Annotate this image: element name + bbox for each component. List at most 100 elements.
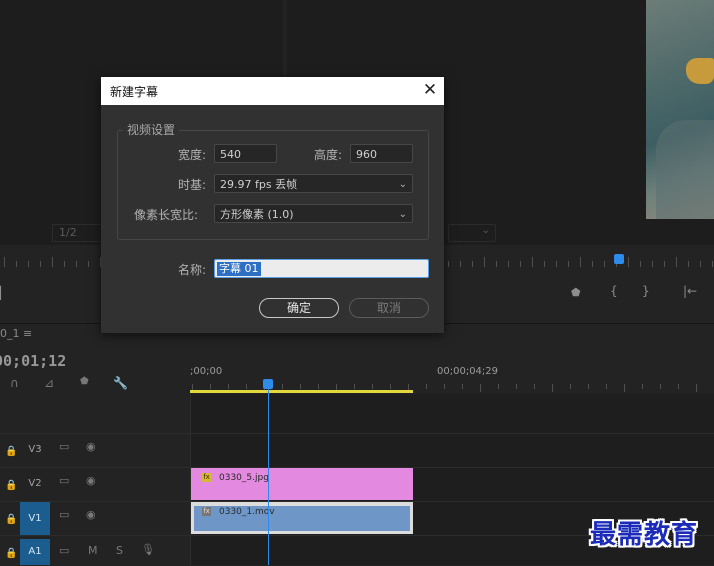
chevron-down-icon: ⌄	[398, 209, 407, 220]
ruler-tick	[372, 384, 373, 389]
width-label: 宽度:	[178, 148, 207, 162]
cancel-button[interactable]: 取消	[349, 298, 429, 318]
ruler-tick	[484, 257, 485, 267]
ruler-tick	[462, 384, 463, 389]
ruler-tick	[712, 261, 713, 267]
eye-icon[interactable]: ◉	[86, 440, 96, 453]
clip-0330-1[interactable]: fx 0330_1.mov	[191, 502, 413, 534]
program-zoom-dropdown[interactable]: ⌄	[448, 224, 496, 242]
ruler-tick	[664, 261, 665, 267]
ruler-tick	[16, 261, 17, 267]
clip-label: 0330_1.mov	[219, 507, 275, 517]
timebase-dropdown[interactable]: 29.97 fps 丢帧 ⌄	[214, 174, 413, 193]
ruler-mark-label: 00;00;04;29	[437, 366, 499, 377]
nest-icon[interactable]: ∩	[10, 376, 19, 390]
track-v3[interactable]: V3	[20, 442, 50, 458]
ok-button[interactable]: 确定	[259, 298, 339, 318]
ruler-tick	[570, 384, 571, 389]
track-v2[interactable]: V2	[20, 476, 50, 492]
ruler-tick	[496, 261, 497, 267]
name-selected-text: 字幕 01	[217, 262, 261, 276]
work-area-bar[interactable]	[190, 390, 413, 393]
mark-out-icon[interactable]: }	[642, 284, 650, 298]
ruler-tick	[282, 384, 283, 389]
ruler-tick	[426, 384, 427, 389]
sequence-tab[interactable]: 0_1 ≡	[0, 327, 32, 340]
pixel-aspect-dropdown[interactable]: 方形像素 (1.0) ⌄	[214, 204, 413, 223]
ruler-tick	[520, 261, 521, 267]
lock-icon[interactable]: 🔒	[5, 514, 17, 525]
ruler-tick	[660, 384, 661, 389]
control-icon[interactable]: ▏	[0, 286, 9, 300]
ruler-tick	[652, 261, 653, 267]
toggle-output-icon[interactable]: ▭	[59, 440, 69, 453]
timeline-playhead[interactable]	[263, 379, 273, 389]
width-field[interactable]: 540	[214, 144, 277, 163]
add-marker-icon[interactable]: ⬟	[571, 286, 581, 299]
ruler-tick	[532, 257, 533, 267]
lock-icon[interactable]: 🔒	[5, 480, 17, 491]
playhead-line	[268, 389, 269, 565]
watermark: 最需教育	[590, 520, 699, 550]
toggle-output-icon[interactable]: ▭	[59, 508, 69, 521]
ruler-tick	[678, 384, 679, 389]
ruler-tick	[628, 257, 629, 267]
height-label: 高度:	[314, 148, 343, 162]
marker-icon[interactable]: ⬟	[80, 376, 89, 387]
snap-icon[interactable]: ⊿	[44, 376, 54, 390]
ruler-tick	[28, 261, 29, 267]
ruler-tick	[448, 261, 449, 267]
ruler-tick	[390, 384, 391, 389]
fx-badge: fx	[202, 507, 211, 516]
lock-icon[interactable]: 🔒	[5, 548, 17, 559]
close-icon[interactable]: ✕	[419, 79, 441, 101]
pixel-aspect-value: 方形像素 (1.0)	[220, 208, 294, 221]
ruler-tick	[40, 261, 41, 267]
toggle-output-icon[interactable]: ▭	[59, 474, 69, 487]
video-settings-label: 视频设置	[123, 121, 180, 138]
chevron-down-icon: ⌄	[481, 225, 490, 236]
ruler-tick	[228, 384, 229, 389]
mute-button[interactable]: M	[88, 544, 98, 557]
program-playhead[interactable]	[614, 254, 624, 264]
track-a1[interactable]: A1	[20, 539, 50, 565]
lock-icon[interactable]: 🔒	[5, 446, 17, 457]
ruler-tick	[472, 261, 473, 267]
ruler-tick	[516, 384, 517, 389]
ruler-tick	[606, 384, 607, 389]
track-headers: 🔒 V3 ▭ ◉ 🔒 V2 ▭ ◉ 🔒 V1 ▭ ◉ 🔒 A1 ▭ M S 🎙	[0, 394, 191, 565]
ruler-tick	[480, 384, 481, 392]
ruler-tick	[460, 261, 461, 267]
eye-icon[interactable]: ◉	[86, 508, 96, 521]
ruler-tick	[568, 261, 569, 267]
wrench-icon[interactable]: 🔧	[113, 376, 128, 390]
track-v1[interactable]: V1	[20, 502, 50, 536]
name-input[interactable]: 字幕 01	[214, 259, 429, 278]
go-to-in-icon[interactable]: |←	[683, 284, 697, 298]
toggle-output-icon[interactable]: ▭	[59, 544, 69, 557]
mark-in-icon[interactable]: {	[610, 284, 618, 298]
ruler-tick	[318, 384, 319, 389]
eye-icon[interactable]: ◉	[86, 474, 96, 487]
dialog-title: 新建字幕	[110, 85, 159, 99]
fx-badge: fx	[202, 473, 211, 482]
ruler-tick	[696, 384, 697, 392]
height-field[interactable]: 960	[350, 144, 413, 163]
playhead-timecode[interactable]: 00;01;12	[0, 352, 66, 370]
ruler-tick	[498, 384, 499, 389]
timebase-value: 29.97 fps 丢帧	[220, 178, 298, 191]
ruler-tick	[544, 261, 545, 267]
ruler-tick	[676, 257, 677, 267]
ruler-tick	[642, 384, 643, 389]
ruler-tick	[246, 384, 247, 389]
ruler-tick	[64, 261, 65, 267]
clip-0330-5[interactable]: fx 0330_5.jpg	[191, 468, 413, 500]
ruler-tick	[300, 384, 301, 389]
solo-button[interactable]: S	[116, 544, 123, 557]
ruler-tick	[592, 261, 593, 267]
ruler-tick	[624, 384, 625, 392]
ruler-tick	[580, 257, 581, 267]
ruler-tick	[88, 261, 89, 267]
name-label: 名称:	[178, 263, 207, 277]
microphone-icon[interactable]: 🎙	[141, 543, 155, 556]
